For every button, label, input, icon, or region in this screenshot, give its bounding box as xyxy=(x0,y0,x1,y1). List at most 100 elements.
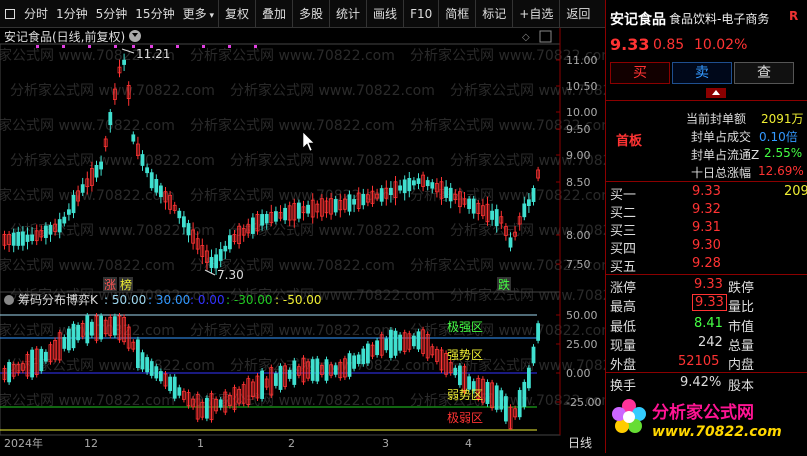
current-volume-value: 242 xyxy=(698,335,723,350)
seal-key: 十日总涨幅 xyxy=(691,166,752,180)
tab-more[interactable]: 更多 ▾ xyxy=(179,0,218,28)
buy-button[interactable]: 买 xyxy=(610,62,670,84)
tab-15min[interactable]: 15分钟 xyxy=(131,0,178,28)
ind-candle-body xyxy=(273,373,278,386)
date-axis: 2024年 12 1 2 3 4 日线 xyxy=(4,436,592,450)
simple-frame-button[interactable]: 简框 xyxy=(438,0,475,28)
candle-body xyxy=(25,234,30,242)
ind-candle-body xyxy=(375,340,380,356)
divider xyxy=(606,100,807,101)
watermark-layer: 分析家公式网 www.70822.com 分析家公式网 www.70822.com… xyxy=(0,47,655,409)
draw-line-button[interactable]: 画线 xyxy=(366,0,403,28)
candle-body xyxy=(145,167,150,174)
limit-up-label: 涨停 xyxy=(610,281,637,296)
ind-candle-body xyxy=(522,381,527,407)
signal-dot xyxy=(228,45,231,48)
price-tick-label: 9.50 xyxy=(566,123,591,136)
bid-qty: 209 xyxy=(784,184,807,199)
die-badge: 跌 xyxy=(498,277,510,292)
divider xyxy=(606,372,807,373)
seal-value: 2091万 xyxy=(761,112,804,126)
query-button[interactable]: 查 xyxy=(734,62,794,84)
tab-more-label: 更多 xyxy=(182,6,207,21)
seal-value: 2.55% xyxy=(764,146,803,160)
tab-1min[interactable]: 1分钟 xyxy=(52,0,92,28)
tab-5min[interactable]: 5分钟 xyxy=(92,0,132,28)
signal-dot xyxy=(176,45,179,48)
watermark-text: 分析家公式网 www.70822.com xyxy=(230,82,435,99)
date-label: 2 xyxy=(288,437,295,450)
ind-candle-body xyxy=(278,365,283,390)
candle-body xyxy=(444,186,449,198)
limit-down-label: 跌停 xyxy=(728,281,755,296)
mark-button[interactable]: 标记 xyxy=(475,0,512,28)
candle-body xyxy=(402,179,407,194)
date-label: 4 xyxy=(465,437,472,450)
overlay-button[interactable]: 叠加 xyxy=(255,0,292,28)
f10-button[interactable]: F10 xyxy=(403,0,438,28)
indicator-v1: : 50.00 xyxy=(104,293,146,307)
tab-fenshi[interactable]: 分时 xyxy=(20,0,52,28)
candle-body xyxy=(361,193,366,206)
ind-candle-body xyxy=(333,365,338,375)
ind-candle-body xyxy=(204,397,209,419)
ind-candle-body xyxy=(292,360,297,385)
chevron-down-icon[interactable] xyxy=(129,30,142,42)
signal-dot xyxy=(202,45,205,48)
total-volume-label: 总量 xyxy=(728,339,755,354)
candle-body xyxy=(209,257,214,268)
ind-candle-body xyxy=(485,381,490,405)
price-tick-label: 9.00 xyxy=(566,149,591,162)
add-watchlist-button[interactable]: +自选 xyxy=(512,0,559,28)
watermark-text: 分析家公式网 www.70822.com xyxy=(10,82,215,99)
ind-candle-body xyxy=(347,353,352,377)
candle-body xyxy=(11,232,16,246)
candle-body xyxy=(214,254,219,269)
ind-candle-body xyxy=(361,348,366,365)
candle-body xyxy=(306,204,311,214)
ind-candle-body xyxy=(85,315,90,344)
ind-candle-body xyxy=(39,348,44,372)
ind-candle-body xyxy=(365,343,370,364)
price-tick-label: 10.00 xyxy=(566,106,598,119)
candle-body xyxy=(411,180,416,186)
candle-body xyxy=(48,224,53,235)
stock-name: 安记食品 xyxy=(610,12,666,28)
watermark-text: 分析家公式网 www.70822.com xyxy=(190,117,395,134)
chart-title-text: 安记食品(日线,前复权) xyxy=(4,29,126,44)
ind-candle-body xyxy=(168,376,173,391)
indicator-toggle-icon xyxy=(4,295,14,305)
candle-body xyxy=(260,214,265,226)
kline-chart-svg[interactable]: 分析家公式网 www.70822.com 分析家公式网 www.70822.com… xyxy=(0,0,655,453)
kline-chart-area[interactable]: 分析家公式网 www.70822.com 分析家公式网 www.70822.com… xyxy=(0,0,655,453)
collapse-up-icon[interactable] xyxy=(706,88,726,98)
signal-dot xyxy=(88,45,91,48)
ind-candle-body xyxy=(90,321,94,336)
ind-candle-body xyxy=(536,323,540,341)
ind-candle-body xyxy=(287,369,292,379)
ind-candle-body xyxy=(388,329,393,358)
indicator-v4: : -30.00 xyxy=(226,293,273,307)
candle-body xyxy=(448,187,453,202)
multi-stock-button[interactable]: 多股 xyxy=(292,0,329,28)
candle-body xyxy=(154,178,159,193)
low-label: 7.30 xyxy=(217,268,244,282)
date-label: 2024年 xyxy=(4,436,43,450)
zone-strong: 强势区 xyxy=(447,348,483,362)
ind-candle-body xyxy=(145,357,150,373)
sell-button[interactable]: 卖 xyxy=(672,62,732,84)
candle-body xyxy=(131,134,136,142)
low-label: 最低 xyxy=(610,320,637,335)
market-cap-label: 市值 xyxy=(728,320,755,335)
candle-body xyxy=(430,182,435,189)
fuquan-button[interactable]: 复权 xyxy=(217,0,255,28)
back-button[interactable]: 返回 xyxy=(559,0,596,28)
price-tick-label: 8.50 xyxy=(566,176,591,189)
candle-body xyxy=(140,154,145,166)
candle-body xyxy=(67,209,71,215)
ind-candle-body xyxy=(44,351,48,362)
square-icon[interactable] xyxy=(0,0,20,28)
high-label: 最高 xyxy=(610,300,637,315)
stock-industry[interactable]: 食品饮料-电子商务 xyxy=(669,10,769,27)
stats-button[interactable]: 统计 xyxy=(329,0,366,28)
